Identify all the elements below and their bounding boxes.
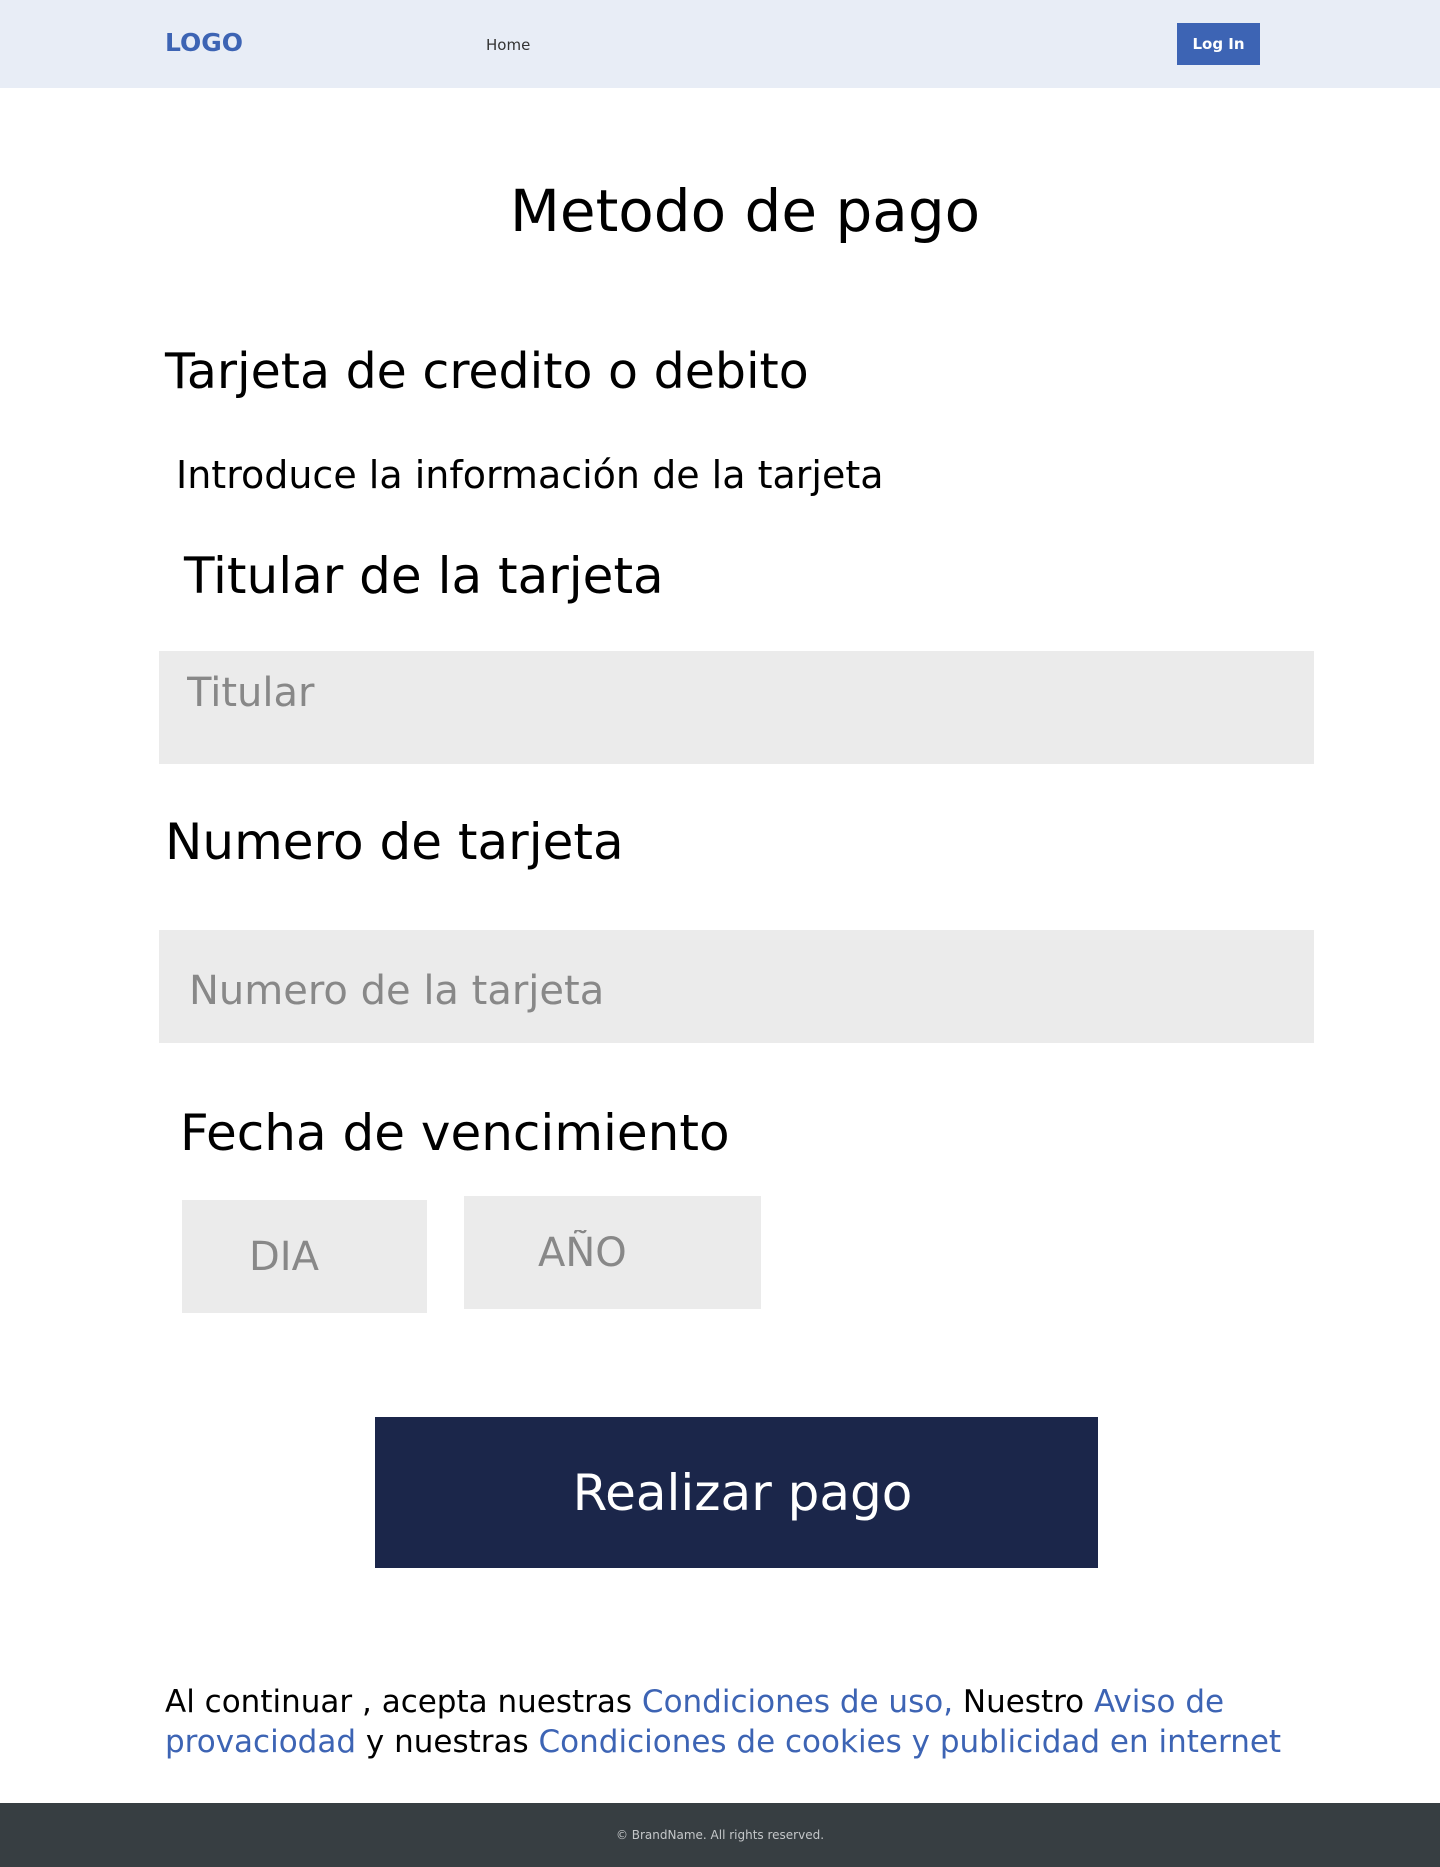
- card-holder-input[interactable]: [159, 651, 1314, 764]
- page-title: Metodo de pago: [509, 177, 981, 245]
- pay-button[interactable]: Realizar pago: [375, 1417, 1098, 1568]
- section-title: Tarjeta de credito o debito: [165, 343, 809, 400]
- nav-link-home[interactable]: Home: [486, 36, 530, 54]
- copyright-text: © BrandName. All rights reserved.: [615, 1828, 825, 1842]
- card-holder-label: Titular de la tarjeta: [184, 547, 664, 605]
- top-navbar: LOGO Home Log In: [0, 0, 1440, 88]
- card-number-input[interactable]: [159, 930, 1314, 1043]
- terms-text-3: y nuestras: [356, 1724, 539, 1760]
- logo[interactable]: LOGO: [165, 28, 243, 57]
- terms-of-use-link[interactable]: Condiciones de uso,: [642, 1684, 953, 1720]
- section-subtitle: Introduce la información de la tarjeta: [176, 453, 884, 497]
- terms-text-1: Al continuar , acepta nuestras: [165, 1684, 642, 1720]
- expiry-year-input[interactable]: [464, 1196, 761, 1309]
- cookies-policy-link[interactable]: Condiciones de cookies y publicidad en i…: [539, 1724, 1282, 1760]
- card-number-label: Numero de tarjeta: [165, 813, 624, 871]
- terms-notice: Al continuar , acepta nuestras Condicion…: [165, 1682, 1285, 1762]
- expiry-date-label: Fecha de vencimiento: [180, 1104, 730, 1162]
- login-button[interactable]: Log In: [1177, 23, 1260, 65]
- footer: © BrandName. All rights reserved.: [0, 1803, 1440, 1867]
- expiry-day-input[interactable]: [182, 1200, 427, 1313]
- terms-text-2: Nuestro: [953, 1684, 1094, 1720]
